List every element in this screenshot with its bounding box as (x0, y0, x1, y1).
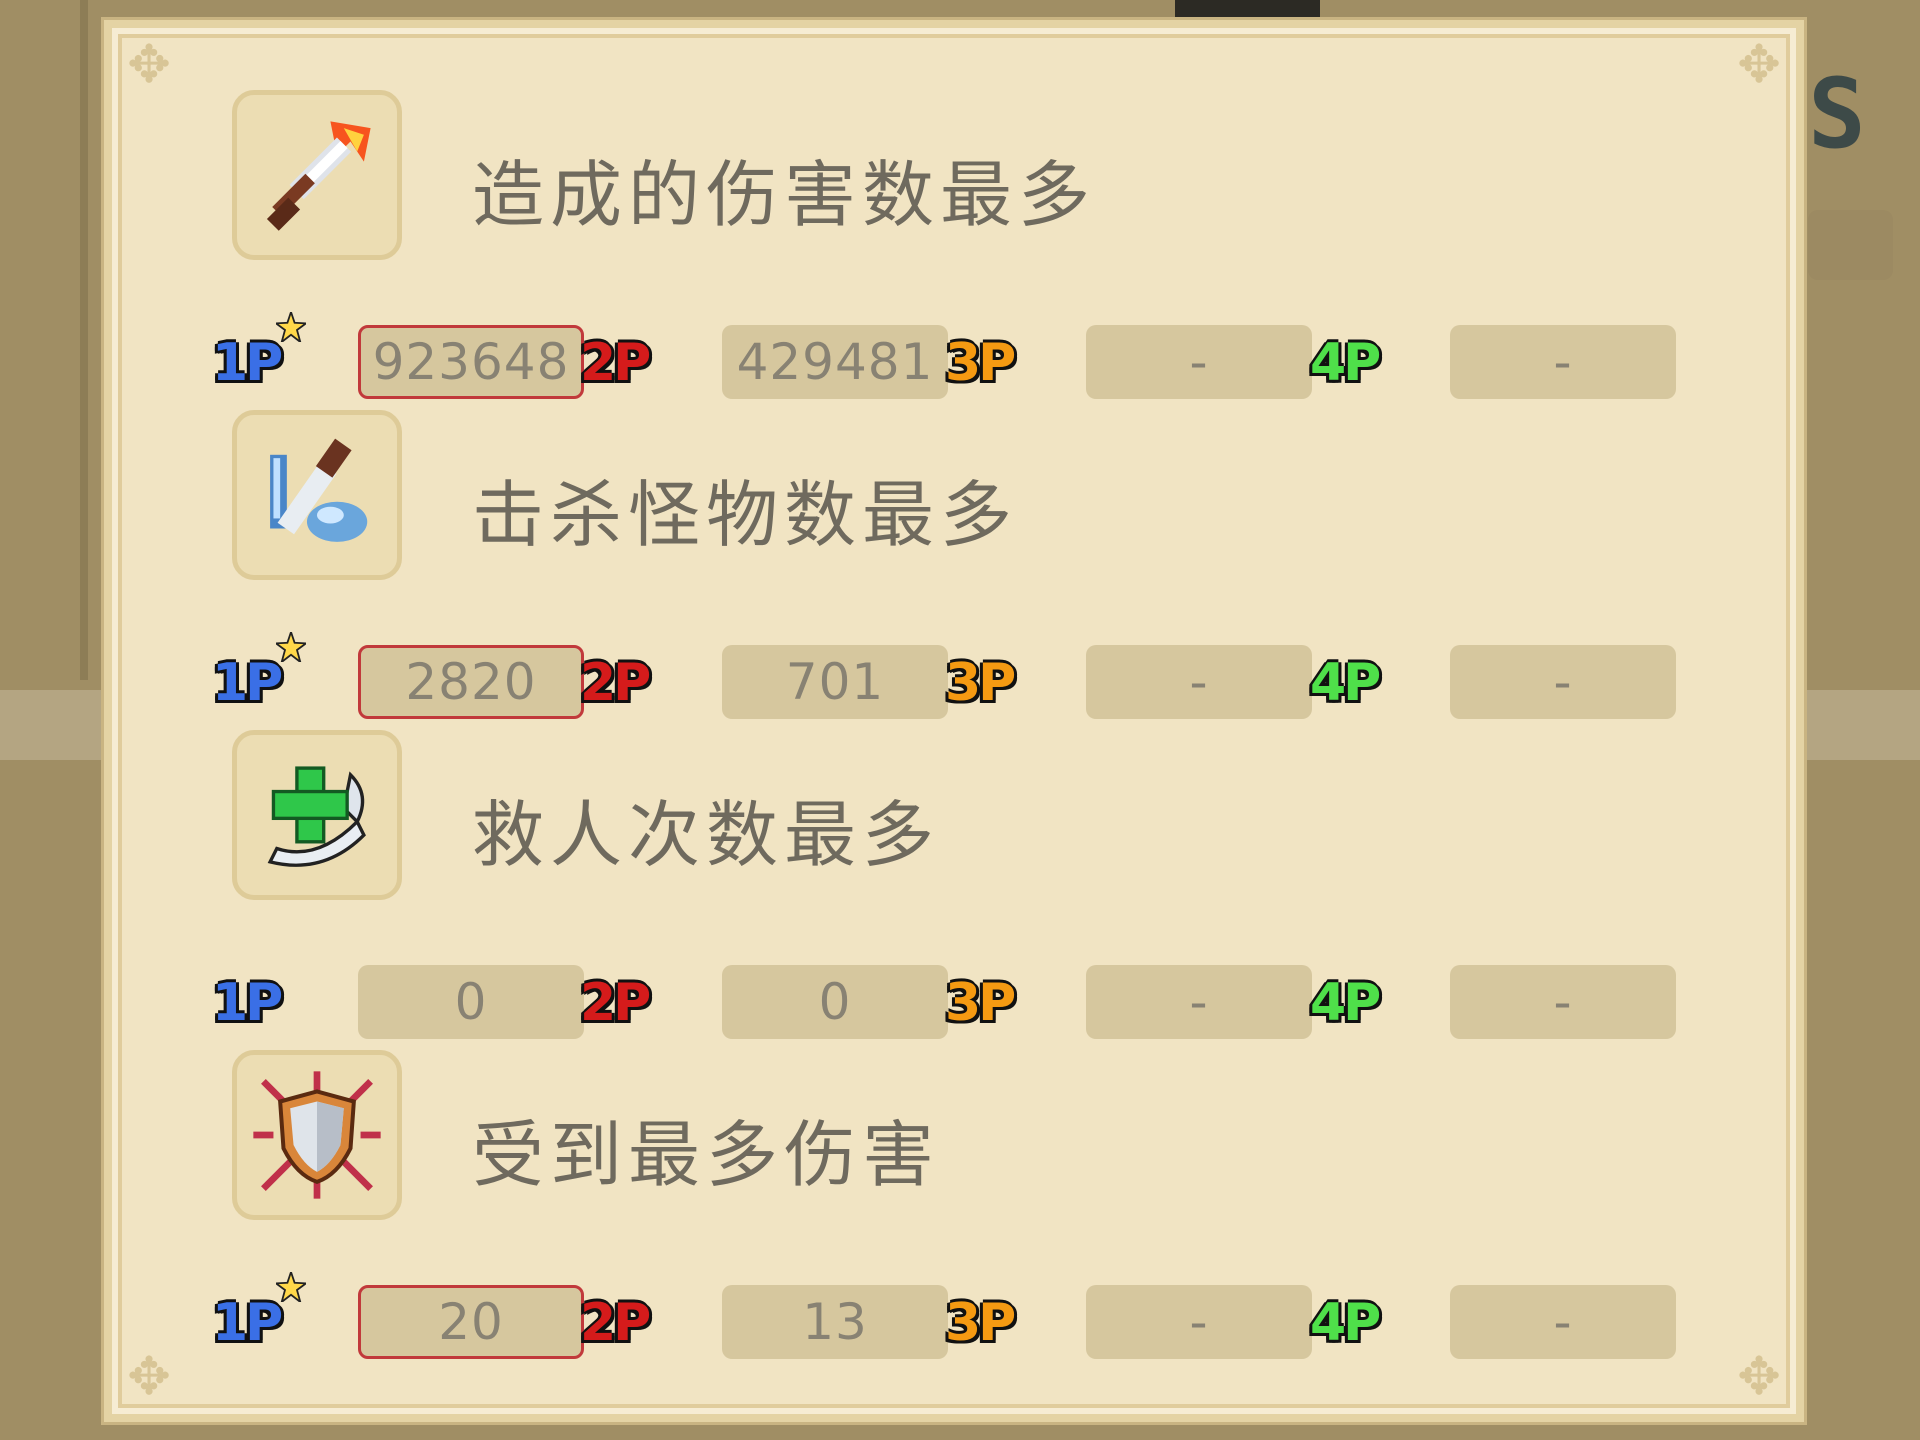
healing-cross-icon (232, 730, 402, 900)
top-player-star-icon (276, 632, 306, 662)
corner-ornament-icon: ✥ (1737, 1347, 1781, 1407)
category-monsters-killed: 击杀怪物数最多 1P 2820 2P 701 3P - 4P - (112, 348, 1812, 719)
background-pillar-line (80, 0, 88, 680)
player-4-value: - (1450, 1285, 1676, 1359)
category-title: 受到最多伤害 (472, 1113, 941, 1197)
shield-burst-icon (232, 1050, 402, 1220)
category-title: 救人次数最多 (472, 793, 941, 877)
category-damage-taken: 受到最多伤害 1P 20 2P 13 3P - 4P - (112, 988, 1812, 1359)
category-title: 造成的伤害数最多 (472, 153, 1097, 237)
player-2-value: 13 (722, 1285, 948, 1359)
top-player-star-icon (276, 312, 306, 342)
top-player-star-icon (276, 1272, 306, 1302)
corner-ornament-icon: ✥ (127, 1347, 171, 1407)
player-3-value: - (1086, 1285, 1312, 1359)
flaming-sword-icon (232, 90, 402, 260)
statistics-panel: ✥ ✥ ✥ ✥ 造成的伤害数最多 1P 923648 2P 429481 3P … (104, 20, 1804, 1422)
player-2-label: 2P (580, 1293, 651, 1353)
category-revives: 救人次数最多 1P 0 2P 0 3P - 4P - (112, 668, 1812, 1039)
player-3-label: 3P (945, 1293, 1016, 1353)
sword-and-gauntlet-icon (232, 410, 402, 580)
background-glyph: S (1808, 58, 1866, 170)
player-1-label: 1P (212, 1293, 283, 1353)
player-1-value: 20 (358, 1285, 584, 1359)
category-damage-dealt: 造成的伤害数最多 1P 923648 2P 429481 3P - 4P - (112, 28, 1812, 399)
background-door-top (1175, 0, 1320, 22)
background-tile (1808, 210, 1893, 280)
category-title: 击杀怪物数最多 (472, 473, 1019, 557)
player-4-label: 4P (1310, 1293, 1381, 1353)
